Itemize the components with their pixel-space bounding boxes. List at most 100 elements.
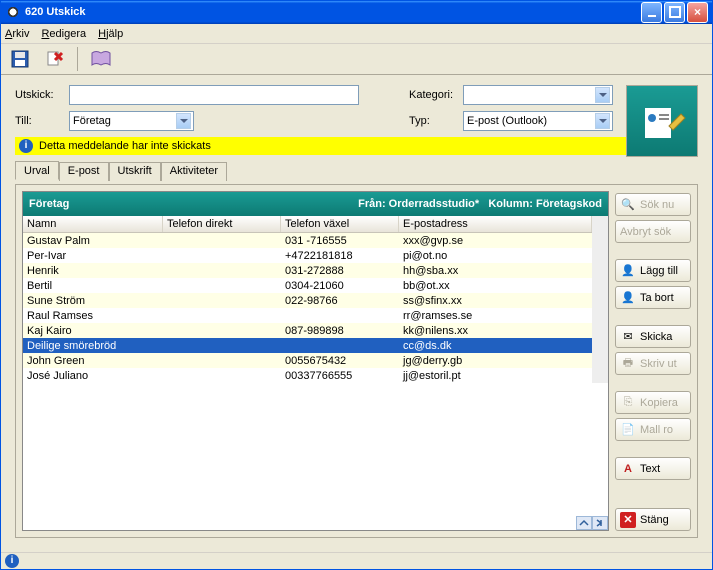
cell-tv: 00337766555 [281,370,399,382]
cell-ep: pi@ot.no [399,250,592,262]
text-button[interactable]: AText [615,457,691,480]
cell-namn: Sune Ström [23,295,163,307]
table-title-bar: Företag Från: Orderradsstudio* Kolumn: F… [23,192,608,216]
cell-namn: Deilige smörebröd [23,340,163,352]
template-icon: 📄 [620,422,636,438]
menu-redigera[interactable]: Redigera [41,28,86,40]
table-row[interactable]: Kaj Kairo087-989898kk@nilens.xx [23,323,592,338]
app-window: 620 Utskick × Arkiv Redigera Hjälp Utski… [0,0,713,570]
close-icon: ✕ [620,512,636,528]
cell-namn: Bertil [23,280,163,292]
col-telefon-vaxel[interactable]: Telefon växel [281,216,399,232]
notice-bar: i Detta meddelande har inte skickats [15,137,698,155]
utskick-input[interactable] [69,85,359,105]
cell-ep: hh@sba.xx [399,265,592,277]
cell-namn: Kaj Kairo [23,325,163,337]
ta-bort-button[interactable]: 👤Ta bort [615,286,691,309]
table-row[interactable]: Sune Ström 022-98766ss@sfinx.xx [23,293,592,308]
col-telefon-direkt[interactable]: Telefon direkt [163,216,281,232]
chevron-down-icon[interactable] [595,87,610,103]
content-area: Utskick: Till: Företag Kategori: [1,75,712,552]
cell-ep: xxx@gvp.se [399,235,592,247]
cell-tv: 087-989898 [281,325,399,337]
table-row[interactable]: John Green 0055675432jg@derry.gb [23,353,592,368]
copy-icon: ⎘ [620,395,636,411]
save-button[interactable] [7,46,33,72]
typ-value: E-post (Outlook) [467,115,595,127]
menu-hjalp[interactable]: Hjälp [98,28,123,40]
delete-button[interactable] [41,46,67,72]
maximize-button[interactable] [664,2,685,23]
user-add-icon: 👤 [620,263,636,279]
table-row[interactable]: José Juliano 00337766555jj@estoril.pt [23,368,592,383]
mail-icon: ✉ [620,329,636,345]
cell-ep: rr@ramses.se [399,310,592,322]
menubar: Arkiv Redigera Hjälp [1,24,712,45]
tab-urval[interactable]: Urval [15,161,59,180]
info-icon: i [19,139,33,153]
nav-icon-2[interactable] [592,516,608,530]
table-body[interactable]: Gustav Palm031 -716555xxx@gvp.sePer-Ivar… [23,233,592,383]
till-value: Företag [73,115,176,127]
status-info-icon: i [5,554,19,568]
chevron-down-icon[interactable] [595,113,610,129]
window-title: 620 Utskick [25,6,641,18]
skicka-button[interactable]: ✉Skicka [615,325,691,348]
book-button[interactable] [88,46,114,72]
cell-tv: 0304-21060 [281,280,399,292]
table-row[interactable]: Bertil 0304-21060bb@ot.xx [23,278,592,293]
notice-text: Detta meddelande har inte skickats [39,140,211,152]
tab-strip: Urval E-post Utskrift Aktiviteter [15,161,698,180]
nav-icon-1[interactable] [576,516,592,530]
cell-ep: jj@estoril.pt [399,370,592,382]
from-label: Från: Orderradsstudio* [358,198,479,210]
cell-tv: +4722181818 [281,250,399,262]
avbryt-button: Avbryt sök [615,220,691,243]
kategori-combo[interactable] [463,85,613,105]
cell-tv: 031-272888 [281,265,399,277]
cell-namn: Per-Ivar [23,250,163,262]
menu-arkiv[interactable]: Arkiv [5,28,29,40]
table-row[interactable]: Gustav Palm031 -716555xxx@gvp.se [23,233,592,248]
kategori-label: Kategori: [409,89,459,101]
vertical-scrollbar[interactable] [592,216,608,383]
chevron-down-icon[interactable] [176,113,191,129]
cell-ep: bb@ot.xx [399,280,592,292]
typ-combo[interactable]: E-post (Outlook) [463,111,613,131]
tab-aktiviteter[interactable]: Aktiviteter [161,162,227,181]
till-combo[interactable]: Företag [69,111,194,131]
table-row[interactable]: Deilige smörebröd cc@ds.dk [23,338,592,353]
table-row[interactable]: Per-Ivar +4722181818pi@ot.no [23,248,592,263]
lagg-till-button[interactable]: 👤Lägg till [615,259,691,282]
table-title: Företag [29,198,358,210]
tab-epost[interactable]: E-post [59,162,109,181]
col-epost[interactable]: E-postadress [399,216,592,232]
table-row[interactable]: Raul Ramses rr@ramses.se [23,308,592,323]
close-button[interactable]: × [687,2,708,23]
table-row[interactable]: Henrik 031-272888hh@sba.xx [23,263,592,278]
stang-button[interactable]: ✕Stäng [615,508,691,531]
button-panel: 🔍Sök nu Avbryt sök 👤Lägg till 👤Ta bort ✉… [615,191,691,531]
cell-namn: Raul Ramses [23,310,163,322]
app-icon [5,4,21,20]
cell-ep: ss@sfinx.xx [399,295,592,307]
column-headers: Namn Telefon direkt Telefon växel E-post… [23,216,592,233]
search-icon: 🔍 [620,197,636,213]
cell-tv: 031 -716555 [281,235,399,247]
tab-utskrift[interactable]: Utskrift [109,162,161,181]
cell-tv: 0055675432 [281,355,399,367]
kopiera-button: ⎘Kopiera [615,391,691,414]
titlebar: 620 Utskick × [1,1,712,24]
cell-namn: Henrik [23,265,163,277]
statusbar: i [1,552,712,569]
data-table: Företag Från: Orderradsstudio* Kolumn: F… [22,191,609,531]
cell-ep: cc@ds.dk [399,340,592,352]
minimize-button[interactable] [641,2,662,23]
cell-ep: jg@derry.gb [399,355,592,367]
text-icon: A [620,461,636,477]
cell-namn: José Juliano [23,370,163,382]
col-namn[interactable]: Namn [23,216,163,232]
main-panel: Företag Från: Orderradsstudio* Kolumn: F… [15,184,698,538]
cell-namn: John Green [23,355,163,367]
cell-tv: 022-98766 [281,295,399,307]
